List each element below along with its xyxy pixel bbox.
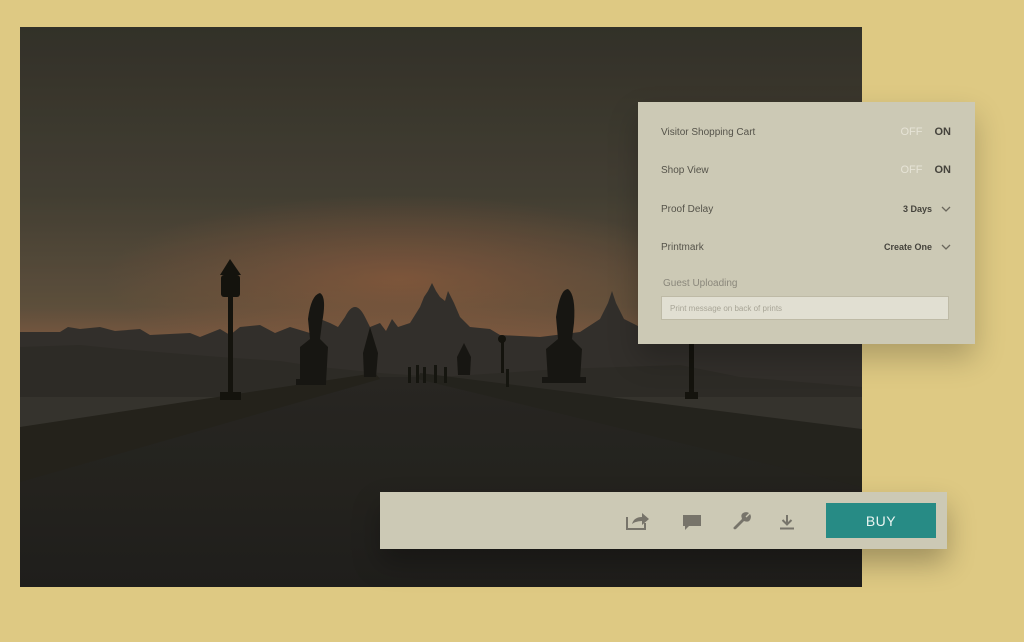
proof-delay-value: 3 Days bbox=[902, 204, 932, 214]
visitor-cart-label: Visitor Shopping Cart bbox=[661, 126, 756, 138]
shop-view-toggle[interactable]: OFF ON bbox=[901, 164, 952, 176]
printmark-row: Printmark Create One bbox=[661, 237, 951, 257]
shop-view-label: Shop View bbox=[661, 164, 709, 176]
photo-toolbar: BUY bbox=[380, 492, 947, 549]
proof-delay-select[interactable]: 3 Days bbox=[903, 204, 951, 214]
guest-uploading-label: Guest Uploading bbox=[663, 278, 738, 289]
chevron-down-icon bbox=[941, 244, 951, 250]
printmark-label: Printmark bbox=[661, 241, 704, 253]
download-icon[interactable] bbox=[779, 514, 795, 535]
chevron-down-icon bbox=[941, 206, 951, 212]
shop-view-row: Shop View OFF ON bbox=[661, 160, 951, 180]
printmark-select[interactable]: Create One bbox=[884, 242, 951, 252]
print-message-input[interactable] bbox=[661, 296, 949, 320]
buy-button[interactable]: BUY bbox=[826, 503, 936, 538]
shop-view-on-option[interactable]: ON bbox=[935, 164, 952, 176]
visitor-cart-on-option[interactable]: ON bbox=[935, 126, 952, 138]
shop-view-off-option[interactable]: OFF bbox=[901, 164, 923, 176]
proof-delay-label: Proof Delay bbox=[661, 203, 714, 215]
visitor-cart-toggle[interactable]: OFF ON bbox=[901, 126, 952, 138]
visitor-cart-row: Visitor Shopping Cart OFF ON bbox=[661, 122, 951, 142]
wrench-icon[interactable] bbox=[732, 511, 752, 536]
settings-panel: Visitor Shopping Cart OFF ON Shop View O… bbox=[638, 102, 975, 344]
visitor-cart-off-option[interactable]: OFF bbox=[901, 126, 923, 138]
proof-delay-row: Proof Delay 3 Days bbox=[661, 199, 951, 219]
printmark-value: Create One bbox=[883, 242, 932, 252]
comment-icon[interactable] bbox=[682, 514, 702, 536]
share-icon[interactable] bbox=[626, 512, 650, 535]
